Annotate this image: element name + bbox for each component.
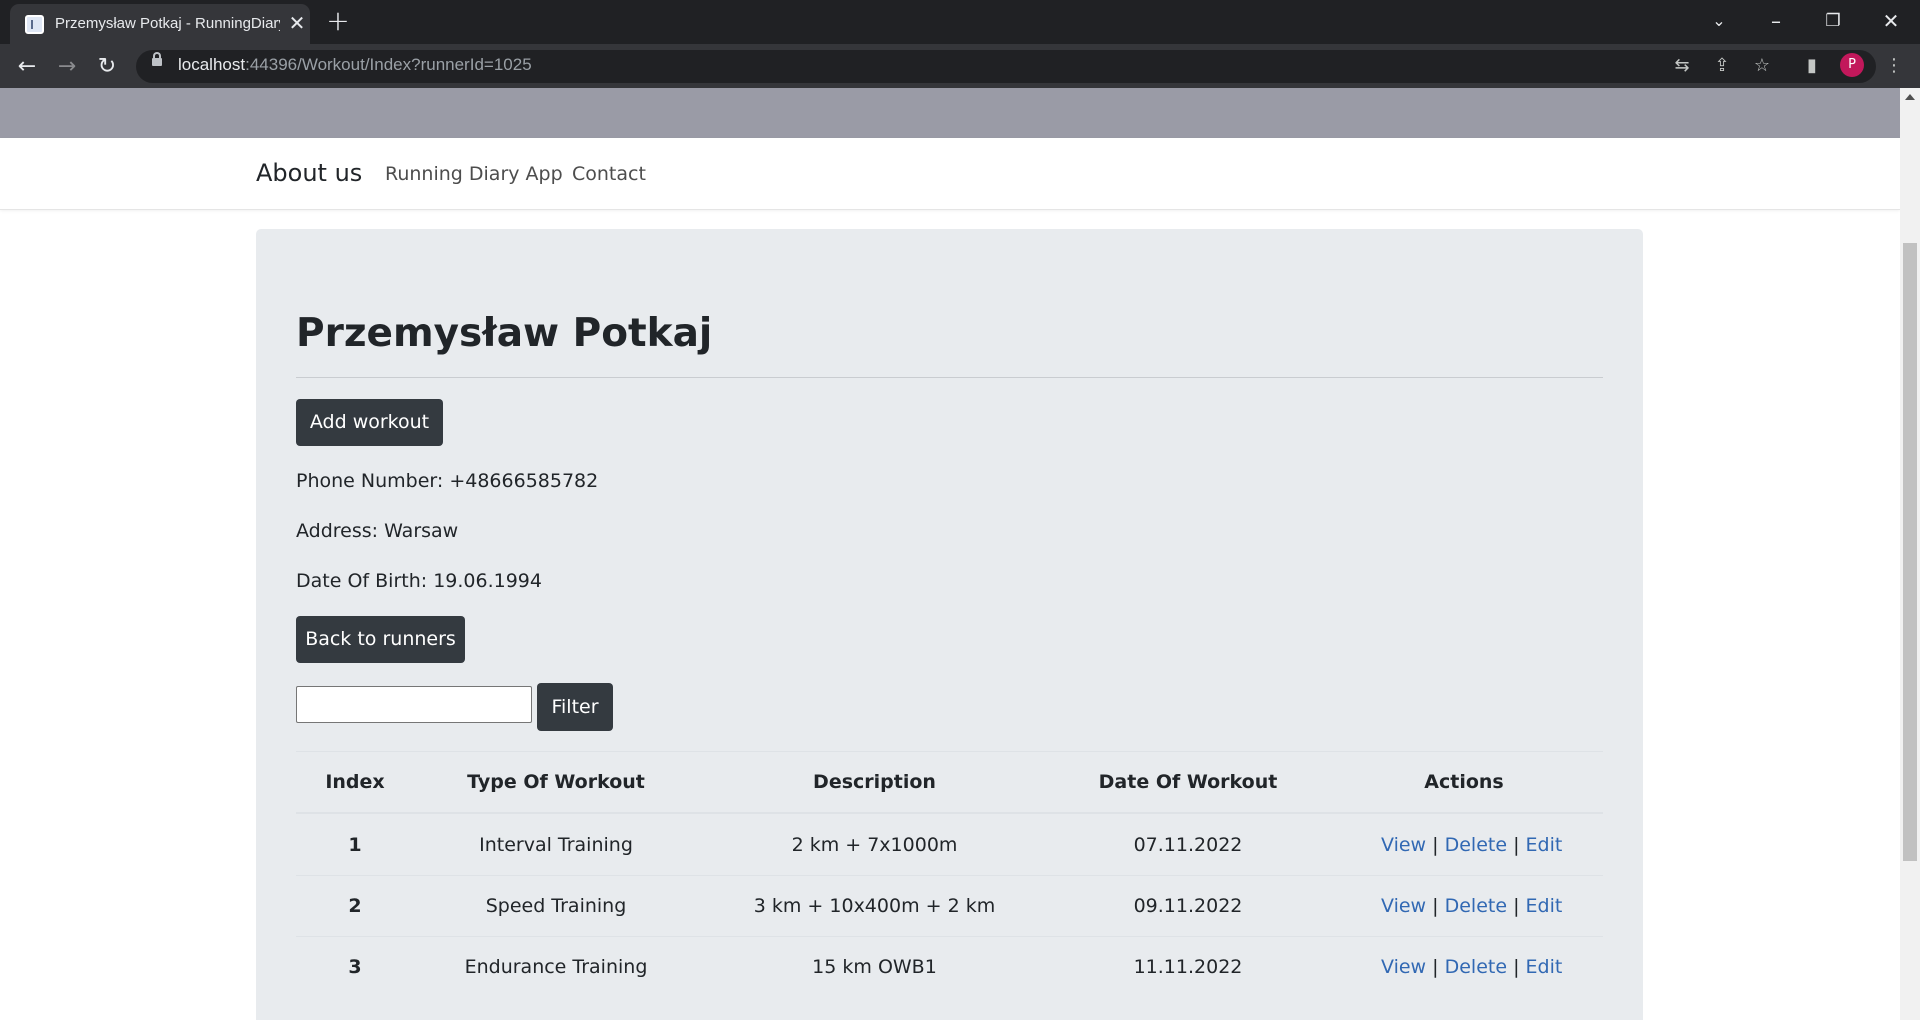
navbar-brand[interactable]: About us xyxy=(256,159,362,187)
side-panel-icon[interactable]: ▮ xyxy=(1800,54,1824,78)
page-viewport xyxy=(0,88,1900,1020)
delete-link[interactable]: Delete xyxy=(1445,895,1507,917)
bookmark-star-icon[interactable]: ☆ xyxy=(1750,54,1774,78)
cell-date: 09.11.2022 xyxy=(1133,895,1243,917)
page-favicon-icon xyxy=(25,15,44,34)
action-separator: | xyxy=(1432,956,1439,978)
nav-link-contact[interactable]: Contact xyxy=(572,163,646,185)
tab-title: Przemysław Potkaj - RunningDiary xyxy=(55,15,280,32)
column-header-type: Type Of Workout xyxy=(467,771,645,793)
nav-link-running-diary[interactable]: Running Diary App xyxy=(385,163,563,185)
action-separator: | xyxy=(1513,895,1520,917)
table-top-border xyxy=(296,751,1603,752)
cell-actions: View | Delete | Edit xyxy=(1381,956,1562,978)
cell-index: 1 xyxy=(348,834,362,856)
cell-index: 2 xyxy=(348,895,362,917)
close-window-icon[interactable]: ✕ xyxy=(1871,3,1911,39)
column-header-date: Date Of Workout xyxy=(1098,771,1278,793)
delete-link[interactable]: Delete xyxy=(1445,956,1507,978)
delete-link[interactable]: Delete xyxy=(1445,834,1507,856)
forward-arrow-icon[interactable]: → xyxy=(52,52,82,82)
translate-icon[interactable]: ⇆ xyxy=(1670,54,1694,78)
filter-button[interactable]: Filter xyxy=(537,683,613,731)
cell-type: Endurance Training xyxy=(464,956,648,978)
action-separator: | xyxy=(1513,834,1520,856)
date-of-birth: Date Of Birth: 19.06.1994 xyxy=(296,570,542,592)
title-divider xyxy=(296,377,1603,378)
tab-search-chevron-icon[interactable]: ⌄ xyxy=(1699,3,1739,39)
cell-date: 07.11.2022 xyxy=(1133,834,1243,856)
action-separator: | xyxy=(1432,895,1439,917)
restore-icon[interactable]: ❐ xyxy=(1813,3,1853,39)
minimize-icon[interactable]: – xyxy=(1756,3,1796,39)
edit-link[interactable]: Edit xyxy=(1526,895,1563,917)
cell-index: 3 xyxy=(348,956,362,978)
back-arrow-icon[interactable]: ← xyxy=(12,52,42,82)
lock-icon[interactable] xyxy=(152,52,162,66)
menu-kebab-icon[interactable]: ⋮ xyxy=(1882,54,1906,78)
scrollbar-thumb[interactable] xyxy=(1903,243,1917,861)
back-to-runners-button[interactable]: Back to runners xyxy=(296,616,465,663)
profile-avatar[interactable]: P xyxy=(1840,53,1864,77)
browser-tab-strip: Przemysław Potkaj - RunningDiary ✕ + ⌄ –… xyxy=(0,0,1920,44)
browser-tab[interactable]: Przemysław Potkaj - RunningDiary ✕ xyxy=(10,4,310,44)
action-separator: | xyxy=(1513,956,1520,978)
column-header-description: Description xyxy=(813,771,936,793)
column-header-actions: Actions xyxy=(1424,771,1504,793)
cell-type: Interval Training xyxy=(479,834,633,856)
cell-date: 11.11.2022 xyxy=(1133,956,1243,978)
reload-icon[interactable]: ↻ xyxy=(92,52,122,82)
cell-actions: View | Delete | Edit xyxy=(1381,895,1562,917)
table-header-border xyxy=(296,812,1603,814)
cell-type: Speed Training xyxy=(485,895,627,917)
page-title: Przemysław Potkaj xyxy=(296,311,713,356)
cell-description: 2 km + 7x1000m xyxy=(791,834,958,856)
cell-description: 15 km OWB1 xyxy=(812,956,937,978)
add-workout-button[interactable]: Add workout xyxy=(296,399,443,446)
cell-description: 3 km + 10x400m + 2 km xyxy=(753,895,996,917)
column-header-index: Index xyxy=(325,771,385,793)
action-separator: | xyxy=(1432,834,1439,856)
filter-input[interactable] xyxy=(296,686,532,723)
phone-number: Phone Number: +48666585782 xyxy=(296,470,599,492)
scroll-up-arrow-icon[interactable] xyxy=(1905,94,1915,100)
view-link[interactable]: View xyxy=(1381,956,1426,978)
address: Address: Warsaw xyxy=(296,520,459,542)
share-icon[interactable]: ⇪ xyxy=(1710,54,1734,78)
edit-link[interactable]: Edit xyxy=(1526,956,1563,978)
new-tab-icon[interactable]: + xyxy=(323,6,353,36)
close-tab-icon[interactable]: ✕ xyxy=(286,12,308,34)
edit-link[interactable]: Edit xyxy=(1526,834,1563,856)
row-divider xyxy=(296,936,1603,937)
url-text[interactable]: localhost:44396/Workout/Index?runnerId=1… xyxy=(178,55,532,75)
view-link[interactable]: View xyxy=(1381,834,1426,856)
row-divider xyxy=(296,875,1603,876)
view-link[interactable]: View xyxy=(1381,895,1426,917)
top-banner xyxy=(0,88,1900,138)
cell-actions: View | Delete | Edit xyxy=(1381,834,1562,856)
